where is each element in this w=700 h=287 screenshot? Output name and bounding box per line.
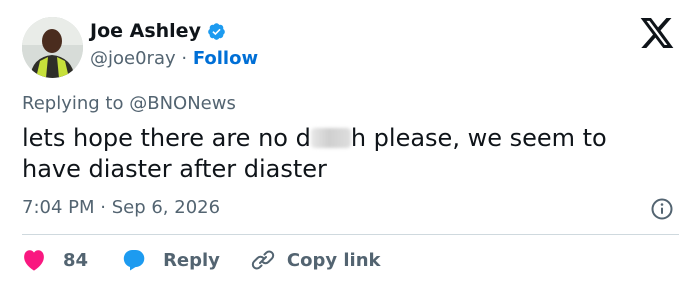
info-icon[interactable] <box>650 197 674 221</box>
separator-dot: · <box>181 48 188 69</box>
x-logo-icon[interactable] <box>640 18 674 48</box>
tweet-card: Joe Ashley @joe0ray · Follow Replying to… <box>0 0 700 287</box>
copy-link-label: Copy link <box>286 249 381 271</box>
avatar[interactable] <box>22 17 83 78</box>
like-count: 84 <box>63 249 89 271</box>
follow-button[interactable]: Follow <box>193 48 258 69</box>
tweet-timestamp[interactable]: 7:04 PM · Sep 6, 2026 <box>22 197 220 218</box>
replying-to-label: Replying to <box>22 93 124 114</box>
reply-label: Reply <box>163 249 220 271</box>
author-handle-row: @joe0ray · Follow <box>90 48 258 69</box>
speech-bubble-icon <box>123 250 145 271</box>
divider <box>22 234 679 235</box>
action-bar: 84 Reply Copy link <box>22 247 381 273</box>
censor-blur <box>310 128 351 148</box>
author-name-row: Joe Ashley <box>90 20 226 42</box>
tweet-text: lets hope there are no dh please, we see… <box>22 123 672 185</box>
author-name[interactable]: Joe Ashley <box>90 20 201 42</box>
copy-link-button[interactable]: Copy link <box>251 248 381 272</box>
like-button[interactable]: 84 <box>22 249 88 271</box>
avatar-image <box>22 17 83 78</box>
author-handle[interactable]: @joe0ray <box>90 48 176 69</box>
reply-mention-link[interactable]: @BNONews <box>129 93 236 114</box>
verified-badge-icon <box>208 22 225 40</box>
heart-icon <box>24 250 44 271</box>
link-icon <box>251 250 275 270</box>
reply-context: Replying to @BNONews <box>22 93 236 114</box>
reply-button[interactable]: Reply <box>122 248 220 272</box>
tweet-text-part-1: lets hope there are no d <box>22 124 311 152</box>
